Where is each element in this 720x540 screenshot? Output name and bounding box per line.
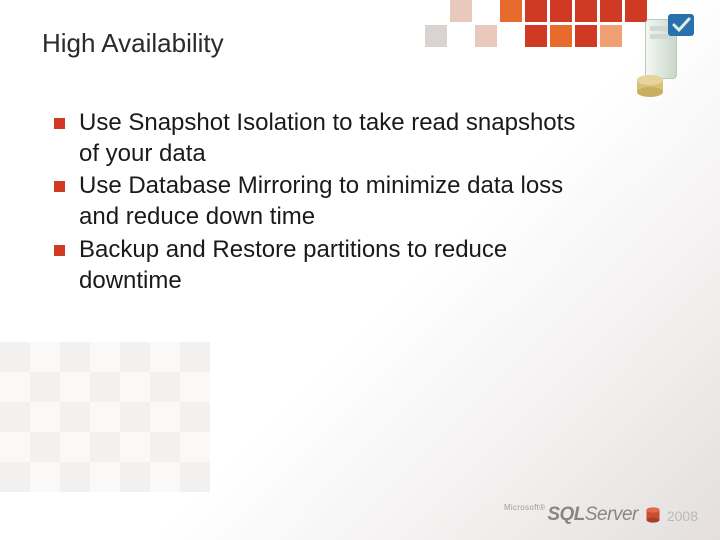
slide: High Availability Use Snapshot Isolation… <box>0 0 720 540</box>
bullet-text: Use Database Mirroring to minimize data … <box>79 171 590 232</box>
bullet-square-icon <box>54 118 65 129</box>
decorative-mosaic <box>425 0 655 60</box>
bullet-square-icon <box>54 245 65 256</box>
slide-title: High Availability <box>42 28 224 59</box>
sql-server-logo: Microsoft® SQLServer 2008 <box>504 503 698 526</box>
bullet-square-icon <box>54 181 65 192</box>
bullet-list: Use Snapshot Isolation to take read snap… <box>54 108 590 298</box>
logo-product-server: Server <box>585 504 638 525</box>
database-icon <box>646 507 660 523</box>
bullet-text: Use Snapshot Isolation to take read snap… <box>79 108 590 169</box>
list-item: Backup and Restore partitions to reduce … <box>54 235 590 296</box>
list-item: Use Database Mirroring to minimize data … <box>54 171 590 232</box>
list-item: Use Snapshot Isolation to take read snap… <box>54 108 590 169</box>
logo-brand-small: Microsoft® <box>504 503 545 512</box>
bullet-text: Backup and Restore partitions to reduce … <box>79 235 590 296</box>
decorative-checker <box>0 342 210 492</box>
server-icon <box>630 10 700 100</box>
logo-year: 2008 <box>667 508 698 524</box>
logo-product: SQLServer <box>547 504 638 526</box>
logo-product-sql: SQL <box>547 504 585 525</box>
